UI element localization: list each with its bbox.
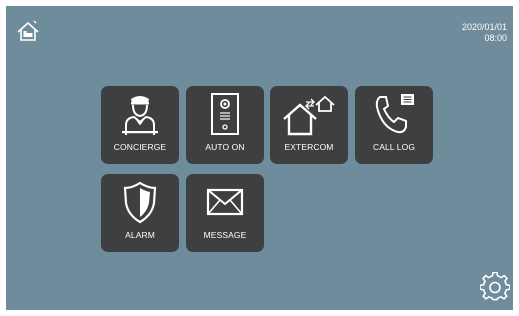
- tile-label: AUTO ON: [205, 142, 245, 152]
- tile-label: CALL LOG: [372, 142, 416, 152]
- message-button[interactable]: MESSAGE: [186, 174, 264, 252]
- concierge-button[interactable]: CONCIERGE: [101, 86, 179, 164]
- call-log-icon: [375, 94, 414, 134]
- date-time: 2020/01/01 08:00: [462, 22, 507, 44]
- envelope-icon: [206, 188, 244, 216]
- intercom-screen: 2020/01/01 08:00 CONCIERGE AUTO ON EXTER…: [6, 6, 513, 310]
- home-icon: [17, 20, 39, 41]
- door-station-icon: [211, 93, 239, 135]
- call-log-button[interactable]: CALL LOG: [355, 86, 433, 164]
- concierge-icon: [122, 96, 158, 135]
- alarm-button[interactable]: ALARM: [101, 174, 179, 252]
- date-text: 2020/01/01: [461, 22, 507, 32]
- extercom-icon: [283, 95, 335, 136]
- shield-icon: [123, 181, 157, 224]
- tile-label: CONCIERGE: [113, 142, 167, 152]
- time-text: 08:00: [484, 33, 507, 43]
- tile-label: ALARM: [125, 230, 155, 240]
- auto-on-button[interactable]: AUTO ON: [186, 86, 264, 164]
- extercom-button[interactable]: EXTERCOM: [270, 86, 348, 164]
- tile-label: EXTERCOM: [284, 142, 334, 152]
- gear-icon: [479, 271, 511, 301]
- home-button[interactable]: [16, 19, 42, 43]
- settings-button[interactable]: [479, 271, 511, 302]
- tile-label: MESSAGE: [203, 230, 247, 240]
